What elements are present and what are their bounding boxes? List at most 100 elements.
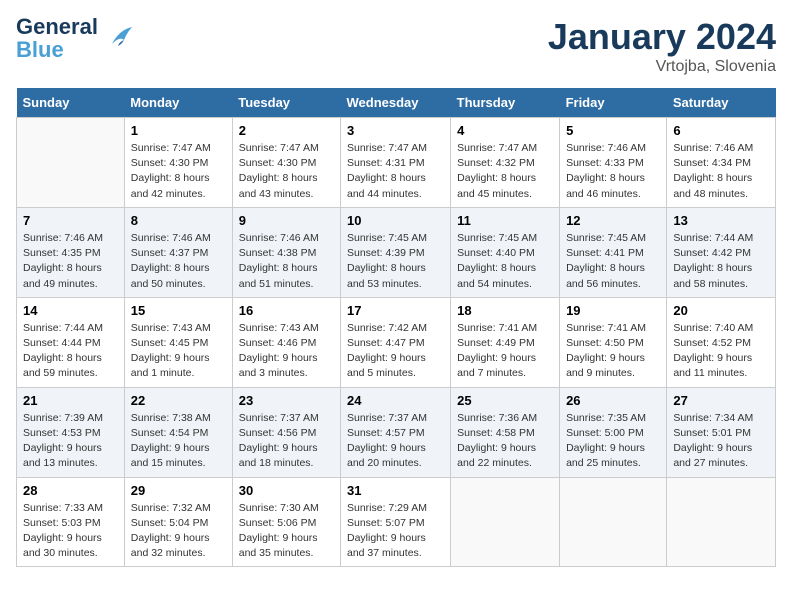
day-info: Sunrise: 7:36 AM Sunset: 4:58 PM Dayligh… — [457, 411, 553, 472]
week-row-2: 7 Sunrise: 7:46 AM Sunset: 4:35 PM Daylig… — [17, 207, 776, 297]
calendar-cell: 30 Sunrise: 7:30 AM Sunset: 5:06 PM Dayli… — [232, 477, 340, 567]
day-info: Sunrise: 7:41 AM Sunset: 4:49 PM Dayligh… — [457, 321, 553, 382]
day-number: 31 — [347, 483, 444, 498]
day-info: Sunrise: 7:46 AM Sunset: 4:34 PM Dayligh… — [673, 141, 769, 202]
day-info: Sunrise: 7:38 AM Sunset: 4:54 PM Dayligh… — [131, 411, 226, 472]
day-number: 25 — [457, 393, 553, 408]
location: Vrtojba, Slovenia — [548, 58, 776, 76]
day-number: 28 — [23, 483, 118, 498]
calendar-cell — [451, 477, 560, 567]
day-number: 16 — [239, 303, 334, 318]
calendar-cell: 20 Sunrise: 7:40 AM Sunset: 4:52 PM Dayli… — [667, 297, 776, 387]
day-number: 30 — [239, 483, 334, 498]
day-number: 26 — [566, 393, 660, 408]
calendar-cell: 7 Sunrise: 7:46 AM Sunset: 4:35 PM Daylig… — [17, 207, 125, 297]
calendar-cell: 4Sunrise: 7:47 AM Sunset: 4:32 PM Daylig… — [451, 118, 560, 208]
calendar-cell: 27Sunrise: 7:34 AM Sunset: 5:01 PM Dayli… — [667, 387, 776, 477]
day-number: 5 — [566, 123, 660, 138]
calendar-cell: 29 Sunrise: 7:32 AM Sunset: 5:04 PM Dayli… — [124, 477, 232, 567]
day-info: Sunrise: 7:47 AM Sunset: 4:31 PM Dayligh… — [347, 141, 444, 202]
page-header: GeneralBlue January 2024 Vrtojba, Sloven… — [16, 16, 776, 76]
logo-text: GeneralBlue — [16, 14, 98, 62]
calendar-cell: 5Sunrise: 7:46 AM Sunset: 4:33 PM Daylig… — [560, 118, 667, 208]
day-number: 8 — [131, 213, 226, 228]
calendar-cell: 26 Sunrise: 7:35 AM Sunset: 5:00 PM Dayli… — [560, 387, 667, 477]
weekday-header-tuesday: Tuesday — [232, 88, 340, 118]
calendar-cell: 12 Sunrise: 7:45 AM Sunset: 4:41 PM Dayli… — [560, 207, 667, 297]
day-number: 9 — [239, 213, 334, 228]
day-info: Sunrise: 7:29 AM Sunset: 5:07 PM Dayligh… — [347, 501, 444, 562]
day-info: Sunrise: 7:30 AM Sunset: 5:06 PM Dayligh… — [239, 501, 334, 562]
day-info: Sunrise: 7:46 AM Sunset: 4:35 PM Dayligh… — [23, 231, 118, 292]
calendar-cell — [667, 477, 776, 567]
calendar-cell: 2 Sunrise: 7:47 AM Sunset: 4:30 PM Daylig… — [232, 118, 340, 208]
day-number: 15 — [131, 303, 226, 318]
calendar-table: SundayMondayTuesdayWednesdayThursdayFrid… — [16, 88, 776, 567]
calendar-cell: 11Sunrise: 7:45 AM Sunset: 4:40 PM Dayli… — [451, 207, 560, 297]
calendar-cell: 16 Sunrise: 7:43 AM Sunset: 4:46 PM Dayli… — [232, 297, 340, 387]
weekday-header-wednesday: Wednesday — [340, 88, 450, 118]
day-number: 13 — [673, 213, 769, 228]
day-info: Sunrise: 7:35 AM Sunset: 5:00 PM Dayligh… — [566, 411, 660, 472]
day-number: 4 — [457, 123, 553, 138]
calendar-cell: 1 Sunrise: 7:47 AM Sunset: 4:30 PM Daylig… — [124, 118, 232, 208]
logo: GeneralBlue — [16, 16, 134, 62]
logo-bird-icon — [104, 22, 134, 52]
day-number: 24 — [347, 393, 444, 408]
day-number: 18 — [457, 303, 553, 318]
weekday-header-thursday: Thursday — [451, 88, 560, 118]
day-info: Sunrise: 7:47 AM Sunset: 4:30 PM Dayligh… — [239, 141, 334, 202]
title-section: January 2024 Vrtojba, Slovenia — [548, 16, 776, 76]
day-info: Sunrise: 7:47 AM Sunset: 4:30 PM Dayligh… — [131, 141, 226, 202]
calendar-cell: 13 Sunrise: 7:44 AM Sunset: 4:42 PM Dayli… — [667, 207, 776, 297]
calendar-cell — [17, 118, 125, 208]
day-info: Sunrise: 7:41 AM Sunset: 4:50 PM Dayligh… — [566, 321, 660, 382]
day-info: Sunrise: 7:37 AM Sunset: 4:56 PM Dayligh… — [239, 411, 334, 472]
calendar-cell: 25 Sunrise: 7:36 AM Sunset: 4:58 PM Dayli… — [451, 387, 560, 477]
week-row-4: 21Sunrise: 7:39 AM Sunset: 4:53 PM Dayli… — [17, 387, 776, 477]
calendar-cell: 10 Sunrise: 7:45 AM Sunset: 4:39 PM Dayli… — [340, 207, 450, 297]
day-number: 19 — [566, 303, 660, 318]
day-info: Sunrise: 7:33 AM Sunset: 5:03 PM Dayligh… — [23, 501, 118, 562]
day-number: 29 — [131, 483, 226, 498]
day-info: Sunrise: 7:45 AM Sunset: 4:40 PM Dayligh… — [457, 231, 553, 292]
day-number: 3 — [347, 123, 444, 138]
day-number: 22 — [131, 393, 226, 408]
calendar-cell: 8 Sunrise: 7:46 AM Sunset: 4:37 PM Daylig… — [124, 207, 232, 297]
month-title: January 2024 — [548, 16, 776, 58]
calendar-cell: 15Sunrise: 7:43 AM Sunset: 4:45 PM Dayli… — [124, 297, 232, 387]
calendar-cell: 17Sunrise: 7:42 AM Sunset: 4:47 PM Dayli… — [340, 297, 450, 387]
day-info: Sunrise: 7:34 AM Sunset: 5:01 PM Dayligh… — [673, 411, 769, 472]
calendar-cell: 23 Sunrise: 7:37 AM Sunset: 4:56 PM Dayli… — [232, 387, 340, 477]
calendar-cell: 22 Sunrise: 7:38 AM Sunset: 4:54 PM Dayli… — [124, 387, 232, 477]
calendar-cell: 28 Sunrise: 7:33 AM Sunset: 5:03 PM Dayli… — [17, 477, 125, 567]
day-info: Sunrise: 7:44 AM Sunset: 4:42 PM Dayligh… — [673, 231, 769, 292]
calendar-cell: 14Sunrise: 7:44 AM Sunset: 4:44 PM Dayli… — [17, 297, 125, 387]
weekday-header-monday: Monday — [124, 88, 232, 118]
day-number: 12 — [566, 213, 660, 228]
week-row-5: 28 Sunrise: 7:33 AM Sunset: 5:03 PM Dayli… — [17, 477, 776, 567]
calendar-cell: 19 Sunrise: 7:41 AM Sunset: 4:50 PM Dayli… — [560, 297, 667, 387]
day-number: 10 — [347, 213, 444, 228]
calendar-cell: 24Sunrise: 7:37 AM Sunset: 4:57 PM Dayli… — [340, 387, 450, 477]
calendar-cell: 9Sunrise: 7:46 AM Sunset: 4:38 PM Daylig… — [232, 207, 340, 297]
day-info: Sunrise: 7:40 AM Sunset: 4:52 PM Dayligh… — [673, 321, 769, 382]
day-info: Sunrise: 7:39 AM Sunset: 4:53 PM Dayligh… — [23, 411, 118, 472]
calendar-cell: 21Sunrise: 7:39 AM Sunset: 4:53 PM Dayli… — [17, 387, 125, 477]
day-number: 2 — [239, 123, 334, 138]
day-info: Sunrise: 7:44 AM Sunset: 4:44 PM Dayligh… — [23, 321, 118, 382]
day-info: Sunrise: 7:32 AM Sunset: 5:04 PM Dayligh… — [131, 501, 226, 562]
calendar-cell: 6Sunrise: 7:46 AM Sunset: 4:34 PM Daylig… — [667, 118, 776, 208]
day-info: Sunrise: 7:46 AM Sunset: 4:37 PM Dayligh… — [131, 231, 226, 292]
day-number: 7 — [23, 213, 118, 228]
day-number: 23 — [239, 393, 334, 408]
calendar-cell: 18 Sunrise: 7:41 AM Sunset: 4:49 PM Dayli… — [451, 297, 560, 387]
weekday-header-saturday: Saturday — [667, 88, 776, 118]
day-info: Sunrise: 7:43 AM Sunset: 4:46 PM Dayligh… — [239, 321, 334, 382]
calendar-cell: 31 Sunrise: 7:29 AM Sunset: 5:07 PM Dayli… — [340, 477, 450, 567]
day-number: 1 — [131, 123, 226, 138]
day-info: Sunrise: 7:45 AM Sunset: 4:41 PM Dayligh… — [566, 231, 660, 292]
weekday-header-sunday: Sunday — [17, 88, 125, 118]
day-number: 20 — [673, 303, 769, 318]
day-info: Sunrise: 7:45 AM Sunset: 4:39 PM Dayligh… — [347, 231, 444, 292]
